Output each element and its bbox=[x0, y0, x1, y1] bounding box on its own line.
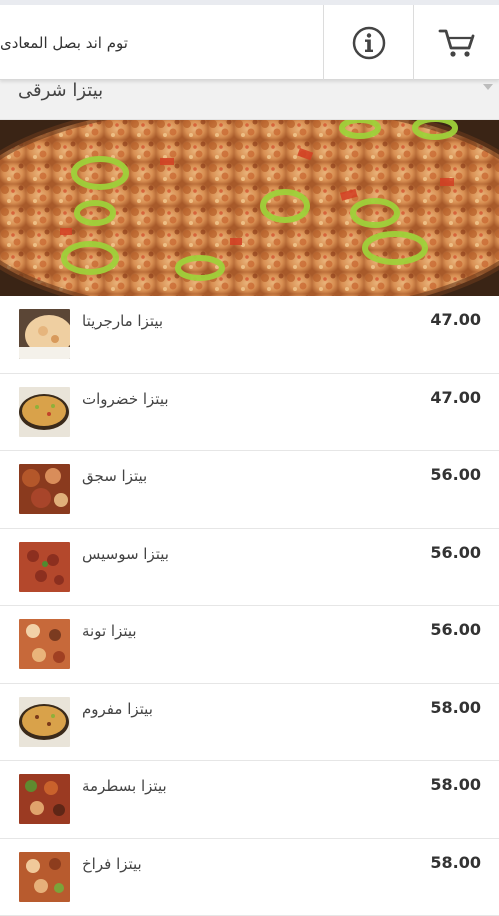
item-price: 56.00 bbox=[430, 620, 481, 639]
item-name: بيتزا مفروم bbox=[82, 700, 153, 718]
item-price: 58.00 bbox=[430, 698, 481, 717]
menu-item[interactable]: بيتزا سوسيس 56.00 bbox=[0, 529, 499, 607]
item-thumbnail bbox=[19, 387, 70, 437]
menu-item[interactable]: بيتزا فراخ 58.00 bbox=[0, 839, 499, 916]
menu-item[interactable]: بيتزا خضروات 47.00 bbox=[0, 374, 499, 452]
item-thumbnail bbox=[19, 464, 70, 514]
store-name: توم اند بصل المعادى bbox=[0, 5, 323, 80]
cart-button[interactable] bbox=[413, 5, 499, 80]
item-name: بيتزا مارجريتا bbox=[82, 312, 163, 330]
info-icon bbox=[351, 25, 387, 61]
menu-item[interactable]: بيتزا بسطرمة 58.00 bbox=[0, 761, 499, 839]
menu-item[interactable]: بيتزا تونة 56.00 bbox=[0, 606, 499, 684]
item-name: بيتزا سجق bbox=[82, 467, 147, 485]
menu-item[interactable]: بيتزا سجق 56.00 bbox=[0, 451, 499, 529]
item-thumbnail bbox=[19, 309, 70, 359]
item-thumbnail bbox=[19, 697, 70, 747]
cart-icon bbox=[437, 26, 477, 60]
top-bar: توم اند بصل المعادى bbox=[0, 0, 499, 80]
item-name: بيتزا بسطرمة bbox=[82, 777, 167, 795]
item-price: 47.00 bbox=[430, 310, 481, 329]
category-hero-image bbox=[0, 118, 499, 296]
category-header[interactable]: بيتزا شرقى bbox=[0, 80, 499, 120]
menu-list: بيتزا مارجريتا 47.00 بيتزا خضروات 47.00 … bbox=[0, 296, 499, 916]
store-name-text: توم اند بصل المعادى bbox=[0, 34, 128, 52]
item-price: 56.00 bbox=[430, 543, 481, 562]
item-price: 56.00 bbox=[430, 465, 481, 484]
menu-item[interactable]: بيتزا مارجريتا 47.00 bbox=[0, 296, 499, 374]
menu-item[interactable]: بيتزا مفروم 58.00 bbox=[0, 684, 499, 762]
item-thumbnail bbox=[19, 774, 70, 824]
chevron-down-icon bbox=[483, 84, 493, 90]
item-name: بيتزا فراخ bbox=[82, 855, 142, 873]
item-name: بيتزا خضروات bbox=[82, 390, 169, 408]
item-thumbnail bbox=[19, 852, 70, 902]
info-button[interactable] bbox=[323, 5, 413, 80]
item-price: 47.00 bbox=[430, 388, 481, 407]
item-name: بيتزا تونة bbox=[82, 622, 137, 640]
item-thumbnail bbox=[19, 619, 70, 669]
item-name: بيتزا سوسيس bbox=[82, 545, 169, 563]
item-price: 58.00 bbox=[430, 853, 481, 872]
item-price: 58.00 bbox=[430, 775, 481, 794]
item-thumbnail bbox=[19, 542, 70, 592]
category-title: بيتزا شرقى bbox=[18, 80, 103, 104]
